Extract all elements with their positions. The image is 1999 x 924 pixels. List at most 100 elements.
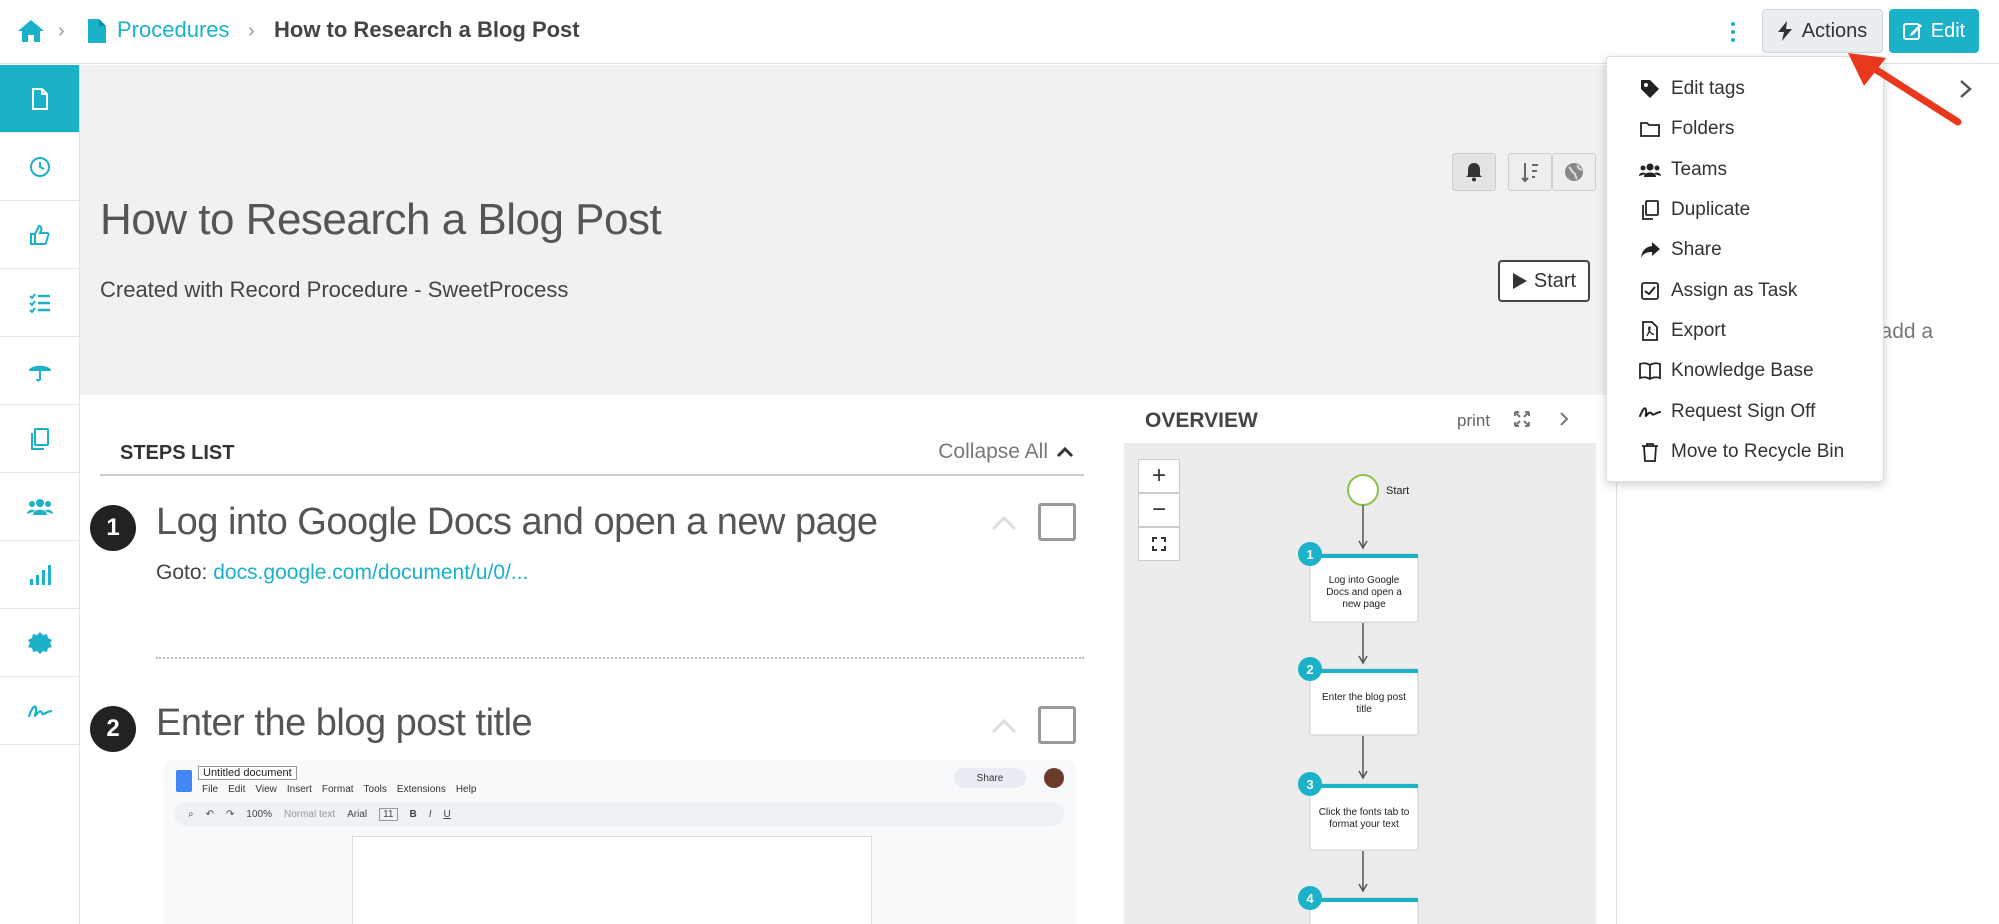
flow-step-label: format your text: [1329, 819, 1399, 830]
actions-label: Actions: [1801, 19, 1868, 42]
menu-item-assign-as-task[interactable]: Assign as Task: [1607, 270, 1883, 310]
gdoc-style: Normal text: [283, 808, 336, 820]
step-title[interactable]: Log into Google Docs and open a new page: [156, 501, 878, 544]
chevron-right-icon[interactable]: [1558, 411, 1570, 427]
actions-button[interactable]: Actions: [1762, 9, 1883, 53]
globe-icon: [1565, 163, 1583, 181]
menu-item-label: Edit tags: [1671, 78, 1745, 100]
document-icon: [31, 87, 48, 110]
menu-item-label: Duplicate: [1671, 199, 1751, 221]
procedure-header: How to Research a Blog Post Created with…: [80, 65, 1616, 395]
sidebar-item-templates[interactable]: [0, 405, 79, 473]
step-goto: Goto: docs.google.com/document/u/0/...: [156, 561, 528, 585]
step-title[interactable]: Enter the blog post title: [156, 702, 533, 745]
checklist-icon: [28, 292, 50, 314]
print-link[interactable]: print: [1457, 411, 1490, 431]
collapse-all-label: Collapse All: [938, 440, 1048, 463]
chevron-up-icon[interactable]: [990, 716, 1018, 736]
flow-step-label: new page: [1342, 599, 1386, 610]
gdoc-page: [352, 836, 872, 924]
flow-step-node[interactable]: 3 Click the fonts tab to format your tex…: [1298, 772, 1419, 851]
google-docs-icon: [176, 770, 192, 792]
sidebar-item-badges[interactable]: [0, 609, 79, 677]
subscribe-button[interactable]: [1452, 153, 1496, 191]
more-options-button[interactable]: [1722, 18, 1744, 46]
sidebar-item-checklists[interactable]: [0, 269, 79, 337]
gdoc-menu-item: Help: [455, 784, 477, 795]
clock-icon: [29, 156, 50, 177]
menu-item-move-to-recycle-bin[interactable]: Move to Recycle Bin: [1607, 432, 1883, 472]
sidebar-item-policies[interactable]: [0, 337, 79, 405]
lightning-icon: [1777, 21, 1792, 41]
menu-item-request-sign-off[interactable]: Request Sign Off: [1607, 391, 1883, 431]
menu-item-share[interactable]: Share: [1607, 230, 1883, 270]
edit-button[interactable]: Edit: [1889, 9, 1979, 53]
step-number: 1: [90, 505, 136, 551]
play-icon: [1512, 273, 1527, 289]
breadcrumb-current: How to Research a Blog Post: [274, 17, 580, 42]
sidebar-item-approvals[interactable]: [0, 201, 79, 269]
flow-start-node: [1347, 474, 1379, 506]
gdoc-share: Share: [954, 768, 1026, 788]
signature-icon: [1639, 406, 1661, 417]
home-icon[interactable]: [16, 18, 46, 44]
menu-item-knowledge-base[interactable]: Knowledge Base: [1607, 351, 1883, 391]
signature-icon: [27, 704, 52, 717]
checkbox-icon: [1641, 281, 1659, 300]
book-icon: [1639, 362, 1661, 381]
gdoc-font-size: 11: [379, 807, 398, 821]
menu-item-label: Folders: [1671, 118, 1735, 140]
gdoc-title: Untitled document: [198, 766, 297, 780]
sidebar-item-reports[interactable]: [0, 541, 79, 609]
collapse-all-button[interactable]: Collapse All: [938, 440, 1074, 464]
flow-step-label: Enter the blog post: [1322, 692, 1406, 703]
annotation-arrow-icon: [1848, 53, 1962, 126]
start-button[interactable]: Start: [1498, 260, 1590, 302]
flow-step-number: 1: [1306, 547, 1313, 562]
flow-step-label: Log into Google: [1329, 575, 1400, 586]
menu-item-duplicate[interactable]: Duplicate: [1607, 190, 1883, 230]
overview-title: OVERVIEW: [1145, 409, 1258, 432]
flow-step-node[interactable]: 4: [1298, 886, 1419, 924]
menu-item-export[interactable]: Export: [1607, 311, 1883, 351]
folder-icon: [1640, 122, 1660, 138]
sidebar-item-document[interactable]: [0, 65, 79, 133]
step-divider: [156, 657, 1084, 659]
menu-item-label: Knowledge Base: [1671, 360, 1814, 382]
pdf-file-icon: [1642, 321, 1658, 341]
flow-step-number: 2: [1306, 662, 1313, 677]
menu-item-label: Request Sign Off: [1671, 400, 1816, 422]
menu-item-teams[interactable]: Teams: [1607, 150, 1883, 190]
expand-icon[interactable]: [1514, 411, 1530, 427]
bold-icon: B: [409, 808, 417, 820]
copy-icon: [1642, 200, 1659, 220]
menu-item-label: Assign as Task: [1671, 279, 1798, 301]
step-checkbox[interactable]: [1038, 706, 1076, 744]
menu-item-label: Export: [1671, 319, 1726, 341]
step-checkbox[interactable]: [1038, 503, 1076, 541]
sidebar-item-history[interactable]: [0, 133, 79, 201]
chevron-up-icon[interactable]: [990, 513, 1018, 533]
sidebar-item-signoffs[interactable]: [0, 677, 79, 745]
gdoc-menu: File Edit View Insert Format Tools Exten…: [202, 784, 476, 795]
sort-button[interactable]: [1508, 153, 1552, 191]
gdoc-menu-item: Tools: [363, 784, 387, 795]
flow-step-label: Click the fonts tab to: [1319, 807, 1410, 818]
language-button[interactable]: [1552, 153, 1596, 191]
underline-icon: U: [443, 808, 451, 820]
gdoc-menu-item: Format: [321, 784, 354, 795]
gdoc-menu-item: File: [202, 784, 219, 795]
top-bar: › Procedures › How to Research a Blog Po…: [0, 0, 1999, 64]
flowchart-canvas[interactable]: + − Start 1 Log into Google Docs and ope…: [1124, 443, 1596, 924]
flow-step-node[interactable]: 2 Enter the blog post title: [1298, 657, 1419, 736]
edit-label: Edit: [1930, 19, 1966, 42]
breadcrumb-procedures[interactable]: Procedures: [117, 17, 230, 43]
flow-step-node[interactable]: 1 Log into Google Docs and open a new pa…: [1298, 542, 1419, 623]
goto-link[interactable]: docs.google.com/document/u/0/...: [213, 561, 528, 584]
page-title: How to Research a Blog Post: [100, 195, 662, 244]
overview-panel: OVERVIEW print + − Start 1 Log into Goog…: [1124, 395, 1596, 924]
chevron-right-icon: ›: [58, 20, 65, 42]
sidebar-item-teams[interactable]: [0, 473, 79, 541]
share-icon: [1641, 242, 1660, 259]
redo-icon: ↷: [226, 808, 235, 820]
